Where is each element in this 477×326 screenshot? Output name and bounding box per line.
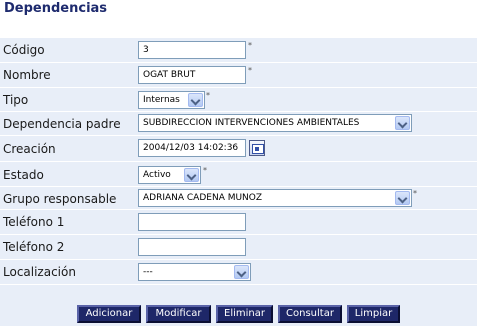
- nombre-label: Nombre: [3, 68, 51, 82]
- codigo-required-mark: *: [248, 41, 252, 50]
- estado-required-mark: *: [203, 166, 207, 175]
- creacion-input[interactable]: 2004/12/03 14:02:36: [138, 139, 246, 157]
- limpiar-button[interactable]: Limpiar: [347, 305, 400, 323]
- localizacion-select-value: ---: [143, 267, 153, 277]
- chevron-down-icon[interactable]: [234, 265, 249, 279]
- row-divider: [0, 209, 477, 210]
- estado-select[interactable]: Activo: [138, 166, 201, 184]
- tipo-required-mark: *: [206, 91, 210, 100]
- grupo-responsable-label: Grupo responsable: [3, 192, 117, 206]
- dependencia-padre-label: Dependencia padre: [3, 117, 121, 131]
- codigo-label: Código: [3, 43, 45, 57]
- row-divider: [0, 186, 477, 187]
- chevron-down-icon[interactable]: [395, 116, 410, 130]
- estado-select-value: Activo: [143, 170, 171, 180]
- codigo-input[interactable]: 3: [138, 41, 246, 59]
- grupo-responsable-select[interactable]: ADRIANA CADENA MUNOZ: [138, 189, 412, 207]
- tipo-select[interactable]: Internas: [138, 91, 205, 109]
- row-divider: [0, 135, 477, 136]
- localizacion-select[interactable]: ---: [138, 263, 251, 281]
- telefono1-label: Teléfono 1: [3, 215, 65, 229]
- eliminar-button[interactable]: Eliminar: [216, 305, 273, 323]
- localizacion-label: Localización: [3, 265, 76, 279]
- tipo-label: Tipo: [3, 93, 29, 107]
- chevron-down-icon[interactable]: [188, 93, 203, 107]
- creacion-label: Creación: [3, 142, 56, 156]
- grupo-responsable-required-mark: *: [413, 189, 417, 198]
- telefono2-label: Teléfono 2: [3, 240, 65, 254]
- row-divider: [0, 87, 477, 88]
- grupo-responsable-select-value: ADRIANA CADENA MUNOZ: [143, 193, 263, 203]
- telefono2-input[interactable]: [138, 238, 246, 256]
- tipo-select-value: Internas: [143, 95, 180, 105]
- dependencia-padre-select-value: SUBDIRECCION INTERVENCIONES AMBIENTALES: [143, 118, 360, 128]
- calendar-icon[interactable]: [249, 140, 265, 156]
- nombre-required-mark: *: [248, 66, 252, 75]
- dependencia-padre-select[interactable]: SUBDIRECCION INTERVENCIONES AMBIENTALES: [138, 114, 412, 132]
- nombre-input[interactable]: OGAT BRUT: [138, 66, 246, 84]
- row-divider: [0, 234, 477, 235]
- consultar-button[interactable]: Consultar: [278, 305, 342, 323]
- estado-label: Estado: [3, 168, 44, 182]
- row-divider: [0, 284, 477, 285]
- adicionar-button[interactable]: Adicionar: [77, 305, 141, 323]
- row-divider: [0, 161, 477, 162]
- row-divider: [0, 62, 477, 63]
- telefono1-input[interactable]: [138, 213, 246, 231]
- row-divider: [0, 111, 477, 112]
- page-title: Dependencias: [4, 1, 108, 16]
- chevron-down-icon[interactable]: [395, 191, 410, 205]
- row-divider: [0, 259, 477, 260]
- modificar-button[interactable]: Modificar: [146, 305, 211, 323]
- chevron-down-icon[interactable]: [184, 168, 199, 182]
